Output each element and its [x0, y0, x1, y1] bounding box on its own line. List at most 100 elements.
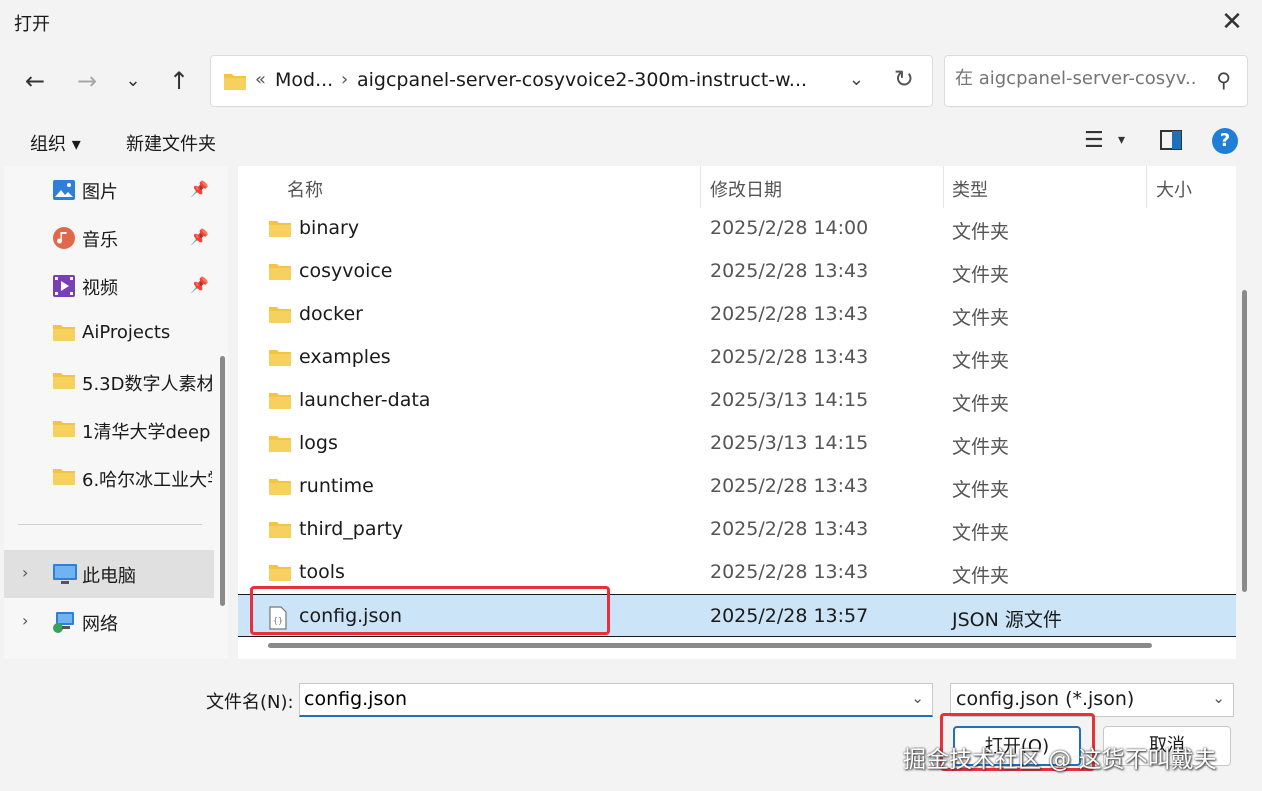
file-type: 文件夹: [952, 350, 1010, 372]
new-folder-button[interactable]: 新建文件夹: [126, 130, 216, 156]
folder-icon: [224, 74, 246, 90]
view-dropdown-icon[interactable]: ▾: [1118, 132, 1125, 148]
file-name: tools: [299, 561, 345, 583]
address-dropdown-icon[interactable]: ⌄: [849, 69, 864, 90]
filename-input[interactable]: [304, 688, 884, 710]
up-arrow-icon[interactable]: ↑: [164, 66, 194, 96]
column-header-size[interactable]: 大小: [1156, 176, 1192, 202]
sidebar-item-videos[interactable]: 视频 📌: [4, 262, 214, 310]
chevron-down-icon[interactable]: ⌄: [1212, 689, 1225, 707]
back-arrow-icon[interactable]: ←: [20, 66, 50, 96]
file-date: 2025/2/28 13:43: [710, 518, 869, 540]
column-separator[interactable]: [1146, 166, 1147, 208]
folder-icon: [53, 421, 75, 437]
table-row[interactable]: launcher-data 2025/3/13 14:15 文件夹: [238, 379, 1236, 422]
breadcrumb-current[interactable]: aigcpanel-server-cosyvoice2-300m-instruc…: [357, 69, 807, 91]
sidebar-item-aiprojects[interactable]: AiProjects: [4, 310, 214, 358]
search-icon[interactable]: ⚲: [1216, 68, 1231, 92]
sidebar-item-tsinghua[interactable]: 1清华大学deep: [4, 406, 214, 454]
forward-arrow-icon[interactable]: →: [72, 66, 102, 96]
folder-icon: [269, 307, 291, 323]
sidebar-item-label: 5.3D数字人素材: [82, 374, 212, 395]
sidebar-divider: [18, 524, 202, 525]
watermark: 掘金技术社区 @ 这货不叫戴夫: [903, 747, 1217, 773]
file-date: 2025/2/28 14:00: [710, 217, 869, 239]
sidebar-item-label: AiProjects: [82, 322, 171, 343]
sidebar-item-network[interactable]: › 网络: [4, 598, 214, 646]
file-date: 2025/2/28 13:43: [710, 561, 869, 583]
column-header-name[interactable]: 名称: [287, 176, 323, 202]
file-type: 文件夹: [952, 436, 1010, 458]
pin-icon: 📌: [190, 228, 209, 246]
pictures-icon: [53, 180, 75, 200]
address-bar[interactable]: « Mod... › aigcpanel-server-cosyvoice2-3…: [210, 55, 933, 107]
table-row[interactable]: third_party 2025/2/28 13:43 文件夹: [238, 508, 1236, 551]
column-header-date[interactable]: 修改日期: [710, 176, 782, 202]
table-row[interactable]: logs 2025/3/13 14:15 文件夹: [238, 422, 1236, 465]
folder-icon: [269, 522, 291, 538]
file-type: 文件夹: [952, 522, 1010, 544]
file-date: 2025/2/28 13:43: [710, 346, 869, 368]
folder-icon: [269, 436, 291, 452]
title-bar: 打开 ✕: [0, 0, 1262, 44]
sidebar-item-3d-assets[interactable]: 5.3D数字人素材: [4, 358, 214, 406]
sidebar-item-label: 6.哈尔冰工业大学: [82, 470, 212, 491]
column-separator[interactable]: [943, 166, 944, 208]
filename-label: 文件名(N):: [206, 692, 294, 713]
close-icon[interactable]: ✕: [1216, 6, 1248, 38]
file-name: logs: [299, 432, 338, 454]
table-row[interactable]: docker 2025/2/28 13:43 文件夹: [238, 293, 1236, 336]
help-icon[interactable]: ?: [1212, 128, 1238, 154]
pin-icon: 📌: [190, 180, 209, 198]
file-date: 2025/2/28 13:43: [710, 303, 869, 325]
preview-pane-icon[interactable]: [1160, 130, 1182, 150]
folder-icon: [269, 350, 291, 366]
file-type: 文件夹: [952, 264, 1010, 286]
folder-icon: [269, 479, 291, 495]
search-box[interactable]: ⚲: [944, 55, 1248, 107]
table-row[interactable]: examples 2025/2/28 13:43 文件夹: [238, 336, 1236, 379]
sidebar-item-label: 此电脑: [82, 566, 136, 587]
sidebar-scrollbar[interactable]: [220, 356, 225, 606]
folder-icon: [53, 373, 75, 389]
filename-combobox[interactable]: ⌄: [299, 683, 933, 717]
sidebar-item-label: 网络: [82, 614, 118, 635]
breadcrumb-models[interactable]: Mod...: [275, 69, 333, 91]
folder-icon: [269, 565, 291, 581]
command-bar: 组织 ▾ 新建文件夹 ☰ ▾ ?: [0, 118, 1262, 166]
expand-chevron-icon[interactable]: ›: [22, 611, 28, 630]
organize-button[interactable]: 组织 ▾: [30, 130, 81, 156]
sidebar-item-pictures[interactable]: 图片 📌: [4, 166, 214, 214]
pin-icon: 📌: [190, 276, 209, 294]
filetype-value: config.json (*.json): [956, 688, 1135, 710]
view-list-icon[interactable]: ☰: [1084, 128, 1104, 153]
horizontal-scrollbar[interactable]: [268, 643, 1152, 648]
navigation-bar: ← → ⌄ ↑ « Mod... › aigcpanel-server-cosy…: [0, 44, 1262, 118]
sidebar-item-this-pc[interactable]: › 此电脑: [4, 550, 214, 598]
expand-chevron-icon[interactable]: ›: [22, 563, 28, 582]
search-input[interactable]: [955, 68, 1195, 89]
window-title: 打开: [14, 14, 50, 35]
breadcrumb-separator-icon: ›: [341, 69, 349, 90]
filetype-select[interactable]: config.json (*.json) ⌄: [950, 683, 1234, 717]
file-name: third_party: [299, 518, 404, 540]
computer-icon: [53, 564, 77, 584]
refresh-icon[interactable]: ↻: [894, 65, 914, 93]
chevron-down-icon[interactable]: ⌄: [911, 689, 924, 707]
sort-ascending-icon: ⌃: [482, 166, 494, 176]
overflow-chevron[interactable]: «: [255, 69, 266, 90]
vertical-scrollbar[interactable]: [1242, 290, 1247, 592]
column-separator[interactable]: [700, 166, 701, 208]
file-type: 文件夹: [952, 307, 1010, 329]
table-row[interactable]: cosyvoice 2025/2/28 13:43 文件夹: [238, 250, 1236, 293]
folder-icon: [53, 469, 75, 485]
table-row[interactable]: runtime 2025/2/28 13:43 文件夹: [238, 465, 1236, 508]
sidebar-item-hit[interactable]: 6.哈尔冰工业大学: [4, 454, 214, 502]
file-name: cosyvoice: [299, 260, 393, 282]
table-row[interactable]: binary 2025/2/28 14:00 文件夹: [238, 207, 1236, 250]
file-type: 文件夹: [952, 565, 1010, 587]
column-header-type[interactable]: 类型: [952, 176, 988, 202]
recent-locations-chevron-icon[interactable]: ⌄: [118, 66, 148, 96]
music-icon: [53, 227, 75, 249]
sidebar-item-music[interactable]: 音乐 📌: [4, 214, 214, 262]
